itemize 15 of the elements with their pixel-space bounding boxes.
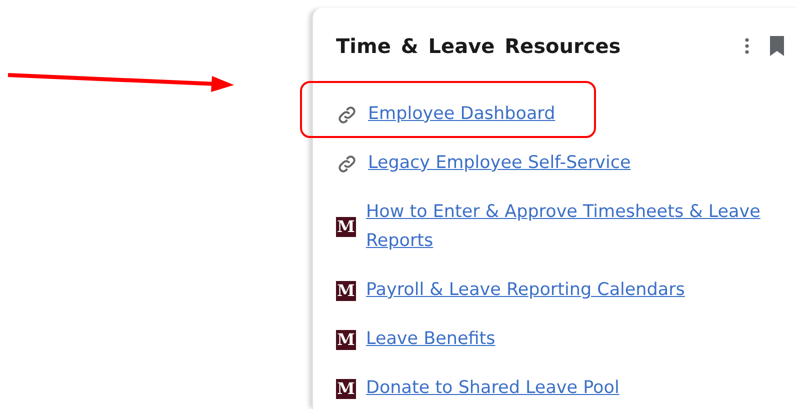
resource-link[interactable]: Employee Dashboard — [368, 100, 556, 129]
link-icon — [336, 104, 358, 126]
logo-icon: M — [336, 330, 356, 350]
resource-link[interactable]: Leave Benefits — [366, 325, 496, 354]
link-icon — [336, 152, 358, 174]
card-title: Time & Leave Resources — [336, 34, 622, 58]
resource-link[interactable]: Payroll & Leave Reporting Calendars — [366, 276, 685, 305]
logo-icon: M — [336, 280, 356, 300]
resource-link[interactable]: Legacy Employee Self-Service — [368, 149, 631, 178]
resource-link[interactable]: Donate to Shared Leave Pool — [366, 374, 620, 403]
resource-link[interactable]: How to Enter & Approve Timesheets & Leave Reports — [366, 198, 785, 256]
logo-icon: M — [336, 217, 356, 237]
bookmark-icon[interactable] — [769, 35, 785, 57]
logo-icon: M — [336, 378, 356, 398]
more-options-icon[interactable] — [745, 38, 749, 54]
